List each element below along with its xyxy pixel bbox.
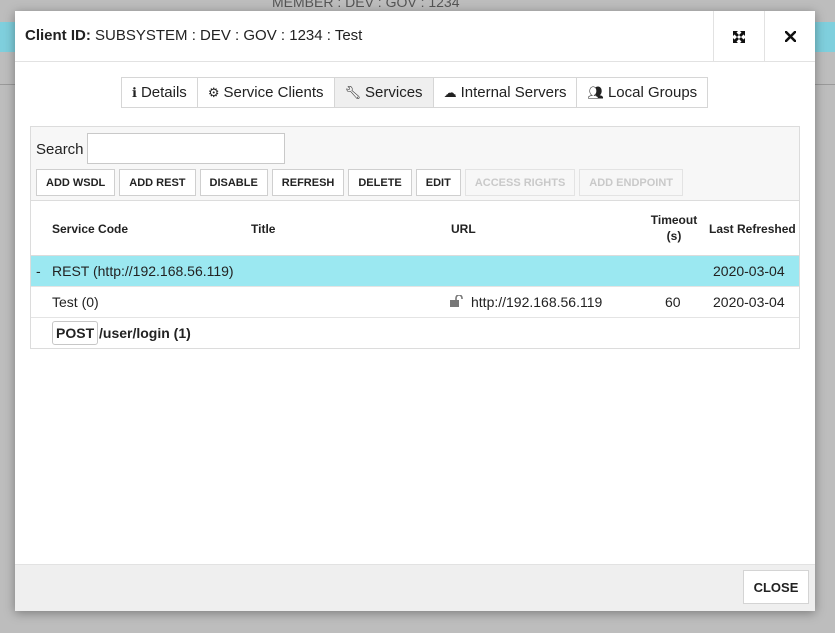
add-endpoint-button[interactable]: ADD ENDPOINT [579,169,684,196]
client-dialog: Client ID: SUBSYSTEM : DEV : GOV : 1234 … [15,11,815,611]
header-title[interactable]: Title [251,222,275,236]
dialog-title: Client ID: SUBSYSTEM : DEV : GOV : 1234 … [25,27,362,44]
header-timeout-line1: Timeout [650,213,698,227]
tab-bar: ℹ Details ⚙ Service Clients 🔧︎ Services … [121,77,709,108]
services-panel: Search ADD WSDL ADD REST DISABLE REFRESH… [30,126,800,349]
http-method-badge: POST [52,321,99,345]
add-rest-button[interactable]: ADD REST [119,169,196,196]
tab-label: Details [140,84,187,101]
table-header: Service Code Title URL Timeout (s) Last R… [31,201,799,256]
tab-label: Internal Servers [460,84,567,101]
unlock-icon [450,294,464,310]
delete-button[interactable]: DELETE [348,169,412,196]
gears-icon: ⚙ [207,84,220,100]
dialog-title-label: Client ID: [25,27,91,44]
services-toolbar: Search ADD WSDL ADD REST DISABLE REFRESH… [31,127,799,201]
add-wsdl-button[interactable]: ADD WSDL [36,169,116,196]
header-timeout[interactable]: Timeout (s) [643,212,705,244]
tab-label: Service Clients [223,84,324,101]
service-last-refreshed: 2020-03-04 [713,294,785,310]
users-icon: 👥︎ [587,84,604,100]
dialog-header: Client ID: SUBSYSTEM : DEV : GOV : 1234 … [15,11,815,62]
tab-details[interactable]: ℹ Details [122,78,198,107]
edit-button[interactable]: EDIT [415,169,461,196]
service-row[interactable]: Test (0) http://192.168.56.119 60 2020-0… [31,287,799,318]
service-code[interactable]: Test (0) [52,294,99,310]
collapse-toggle[interactable]: - [36,263,41,279]
tab-internal-servers[interactable]: ☁ Internal Servers [434,78,578,107]
maximize-button[interactable] [713,11,764,62]
header-url[interactable]: URL [451,222,476,236]
cloud-icon: ☁ [443,84,457,100]
service-url: http://192.168.56.119 [471,294,603,310]
wrench-icon: 🔧︎ [344,84,362,100]
tab-label: Local Groups [607,84,698,101]
refresh-button[interactable]: REFRESH [271,169,345,196]
service-timeout: 60 [665,294,681,310]
dialog-title-value: SUBSYSTEM : DEV : GOV : 1234 : Test [95,27,363,44]
access-rights-button[interactable]: ACCESS RIGHTS [464,169,576,196]
rest-service-name: REST (http://192.168.56.119) [52,263,234,279]
tab-label: Services [365,84,423,101]
header-last-refreshed[interactable]: Last Refreshed [709,222,796,236]
close-button[interactable]: CLOSE [743,570,809,604]
close-dialog-button[interactable] [764,11,815,62]
dialog-footer: CLOSE [15,564,815,611]
endpoint-path[interactable]: /user/login (1) [99,325,191,341]
rest-service-row[interactable]: - REST (http://192.168.56.119) 2020-03-0… [31,256,799,287]
background-page-title: MEMBER : DEV : GOV : 1234 [272,0,460,10]
search-input[interactable] [87,133,285,164]
tab-local-groups[interactable]: 👥︎ Local Groups [577,78,707,107]
expand-icon [733,30,745,43]
header-service-code[interactable]: Service Code [52,222,128,236]
action-buttons: ADD WSDL ADD REST DISABLE REFRESH DELETE… [36,169,687,196]
search-label: Search [36,141,84,158]
disable-button[interactable]: DISABLE [199,169,268,196]
header-timeout-line2: (s) [666,229,682,243]
endpoint-row[interactable]: POST /user/login (1) [31,318,799,349]
tab-service-clients[interactable]: ⚙ Service Clients [198,78,335,107]
tab-services[interactable]: 🔧︎ Services [334,78,434,107]
info-icon: ℹ [132,84,137,100]
close-icon [784,31,796,42]
rest-last-refreshed: 2020-03-04 [713,263,785,279]
